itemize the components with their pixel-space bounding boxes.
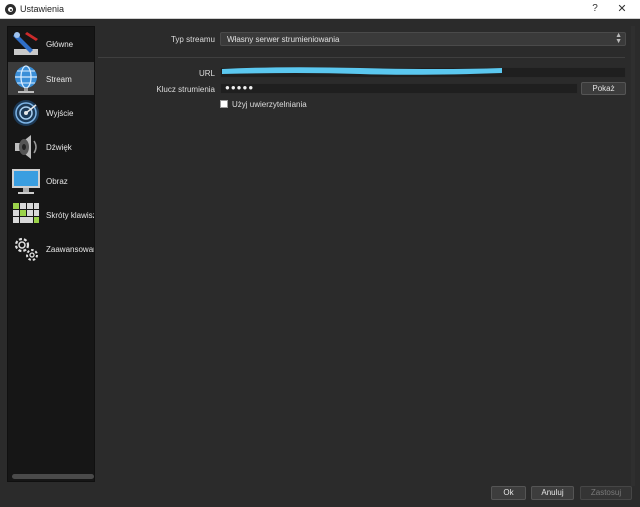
cancel-button[interactable]: Anuluj <box>531 486 574 500</box>
stream-type-label: Typ streamu <box>170 35 215 44</box>
wrench-screwdriver-icon <box>13 32 38 55</box>
scrollbar-thumb[interactable] <box>631 26 635 486</box>
redaction-mark <box>222 67 502 75</box>
updown-arrows-icon: ▲ ▼ <box>615 32 622 45</box>
sidebar-item-label: Główne <box>46 40 74 49</box>
sidebar-item-label: Stream <box>46 75 72 84</box>
stream-type-value: Własny serwer strumieniowania <box>227 35 340 44</box>
sidebar-item-label: Zaawansowane <box>46 245 94 254</box>
vertical-scrollbar[interactable] <box>629 26 637 486</box>
ok-button[interactable]: Ok <box>491 486 526 500</box>
gears-icon <box>14 237 38 261</box>
sidebar-item-video[interactable]: Obraz <box>8 164 94 197</box>
show-key-button[interactable]: Pokaż <box>581 82 626 95</box>
sidebar-item-hotkeys[interactable]: Skróty klawiszo <box>8 198 94 231</box>
sidebar-item-general[interactable]: Główne <box>8 27 94 60</box>
use-auth-checkbox[interactable] <box>220 100 228 108</box>
window-title: Ustawienia <box>20 4 65 14</box>
stream-key-input[interactable]: ●●●●● <box>220 83 578 94</box>
speaker-icon <box>15 135 37 159</box>
keyboard-icon <box>13 203 39 223</box>
use-auth-label: Użyj uwierzytelniania <box>232 100 307 109</box>
stream-key-value: ●●●●● <box>225 83 255 92</box>
sidebar-item-label: Dźwięk <box>46 143 72 152</box>
stream-type-select[interactable]: Własny serwer strumieniowania ▲ ▼ <box>220 32 626 46</box>
apply-button[interactable]: Zastosuj <box>580 486 632 500</box>
stream-key-label: Klucz strumienia <box>156 85 215 94</box>
section-divider <box>98 57 625 58</box>
satellite-dish-icon <box>13 100 39 126</box>
sidebar-item-label: Skróty klawiszo <box>46 211 94 220</box>
sidebar-item-output[interactable]: Wyjście <box>8 96 94 129</box>
obs-logo-icon <box>5 4 16 15</box>
globe-icon <box>15 65 37 93</box>
sidebar-horizontal-scrollbar[interactable] <box>12 474 94 479</box>
sidebar-item-audio[interactable]: Dźwięk <box>8 130 94 163</box>
sidebar-item-label: Wyjście <box>46 109 74 118</box>
sidebar-item-advanced[interactable]: Zaawansowane <box>8 232 94 265</box>
sidebar-item-stream[interactable]: Stream <box>8 62 94 95</box>
sidebar-item-label: Obraz <box>46 177 68 186</box>
title-bar: Ustawienia ? ✕ <box>0 0 640 19</box>
url-label: URL <box>198 69 215 78</box>
help-button[interactable]: ? <box>586 1 604 17</box>
close-button[interactable]: ✕ <box>612 1 632 17</box>
monitor-icon <box>12 169 40 194</box>
settings-sidebar: Główne Stream Wyjście Dźwięk Obraz Skrót… <box>7 26 95 482</box>
